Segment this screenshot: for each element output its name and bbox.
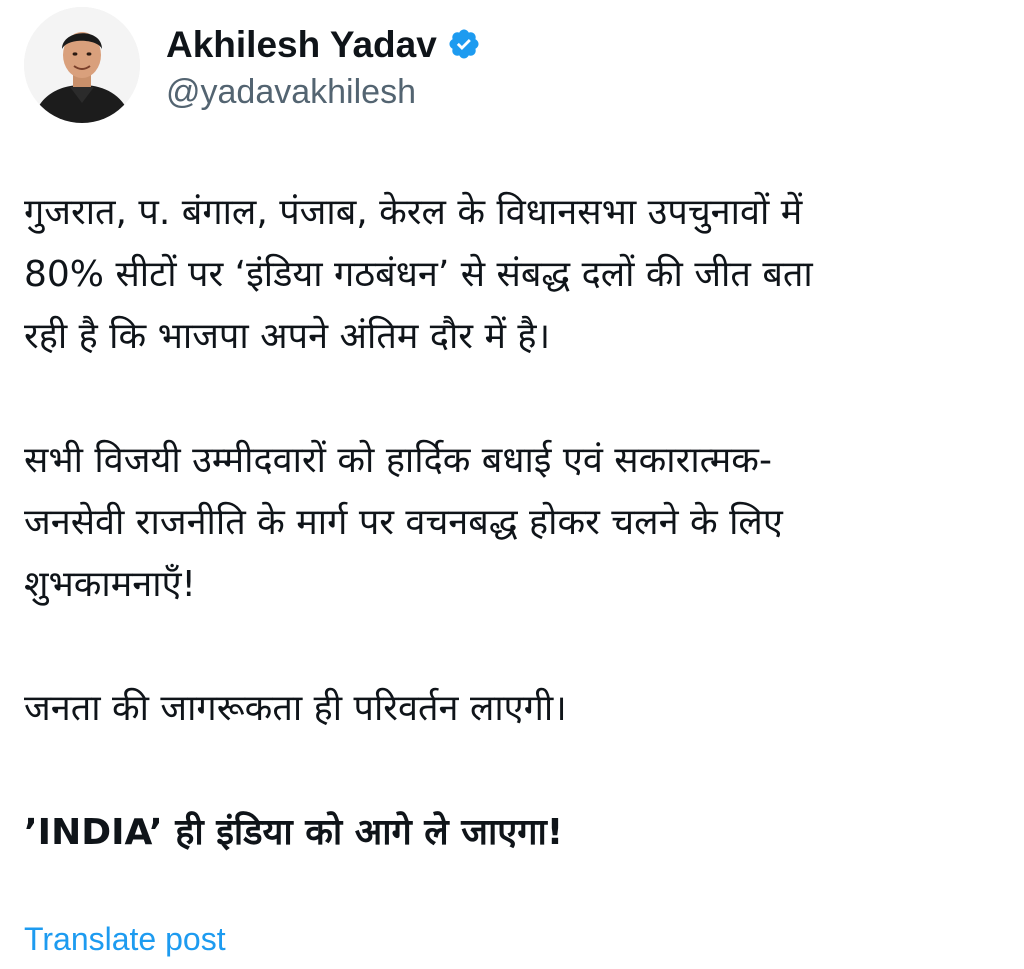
- display-name[interactable]: Akhilesh Yadav: [166, 26, 437, 63]
- user-handle[interactable]: @yadavakhilesh: [166, 73, 481, 111]
- profile-photo-icon: [24, 7, 140, 123]
- user-info: Akhilesh Yadav @yadavakhilesh: [166, 18, 481, 111]
- post-paragraph: सभी विजयी उम्मीदवारों को हार्दिक बधाई एव…: [24, 440, 783, 605]
- name-row: Akhilesh Yadav: [166, 18, 481, 70]
- post-paragraph: जनता की जागरूकता ही परिवर्तन लाएगी।: [24, 688, 567, 729]
- verified-badge-icon[interactable]: [447, 27, 481, 61]
- translate-post-link[interactable]: Translate post: [24, 920, 226, 958]
- post-paragraph: गुजरात, प. बंगाल, पंजाब, केरल के विधानसभ…: [24, 192, 813, 357]
- post-header: Akhilesh Yadav @yadavakhilesh: [24, 6, 481, 124]
- post-paragraph-emphasis: ’INDIA’ ही इंडिया को आगे ले जाएगा!: [24, 812, 564, 853]
- avatar[interactable]: [24, 7, 140, 123]
- post-text: गुजरात, प. बंगाल, पंजाब, केरल के विधानसभ…: [24, 182, 994, 864]
